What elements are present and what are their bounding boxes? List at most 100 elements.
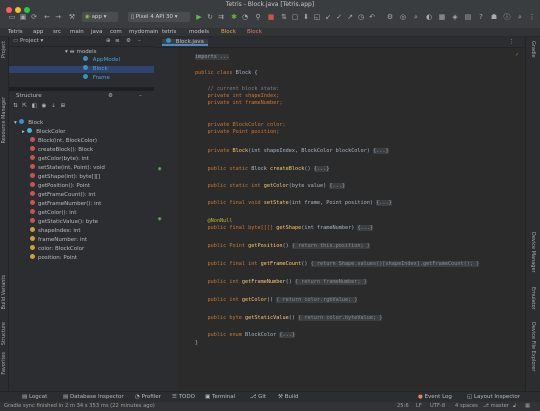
- debug-icon[interactable]: ✱: [230, 13, 238, 21]
- run-icon[interactable]: ▶: [195, 13, 203, 21]
- resource-manager-tab[interactable]: Resource Manager: [1, 97, 7, 143]
- collapse-all-icon[interactable]: ≡: [115, 38, 120, 45]
- breadcrumb-item[interactable]: app: [33, 28, 43, 37]
- hide-panel-icon[interactable]: –: [138, 38, 141, 45]
- structure-item[interactable]: getFrameCount(): int: [30, 191, 96, 199]
- device-file-explorer-tab[interactable]: Device File Explorer: [530, 322, 536, 371]
- layout-inspector-icon[interactable]: ◱: [313, 13, 321, 21]
- more-icon[interactable]: ⋮: [528, 13, 536, 21]
- structure-item[interactable]: ▾ Block: [14, 119, 43, 127]
- caret-position[interactable]: 25:6: [397, 402, 409, 411]
- search-icon[interactable]: ⌕: [516, 13, 524, 21]
- structure-tool-tab[interactable]: Structure: [1, 322, 7, 345]
- show-fields-icon[interactable]: ◧: [32, 103, 37, 109]
- implements-icon[interactable]: ◉: [158, 166, 161, 173]
- update-icon[interactable]: ◐: [425, 13, 433, 21]
- file-encoding[interactable]: UTF-8: [430, 402, 445, 411]
- show-inherited-icon[interactable]: ⇱: [22, 103, 27, 109]
- visibility-icon[interactable]: ◉: [42, 103, 47, 109]
- line-separator[interactable]: LF: [416, 402, 422, 411]
- code-editor[interactable]: imports ... public class Block { // curr…: [178, 48, 525, 391]
- tree-item-frame[interactable]: Frame: [83, 74, 154, 82]
- structure-item[interactable]: getFrameNumber(): int: [30, 200, 101, 208]
- structure-item[interactable]: ▸ BlockColor: [22, 128, 66, 136]
- breadcrumb-item[interactable]: tetris: [162, 28, 176, 37]
- settings-icon[interactable]: ⚙: [386, 13, 394, 21]
- profile-icon[interactable]: ◔: [241, 13, 249, 21]
- help-icon[interactable]: ?: [477, 13, 485, 21]
- favorites-tab[interactable]: Favorites: [1, 352, 7, 375]
- hammer-icon[interactable]: ⚒: [68, 13, 76, 21]
- android-logo-icon[interactable]: ☗: [490, 13, 498, 21]
- save-icon[interactable]: ▣: [19, 13, 27, 21]
- structure-item[interactable]: setState(int, Point): void: [30, 164, 105, 172]
- history-icon[interactable]: ◷: [357, 13, 365, 21]
- locate-icon[interactable]: ⊕: [106, 38, 111, 45]
- project-tool-tab[interactable]: Project: [1, 41, 7, 58]
- breadcrumb-item[interactable]: src: [53, 28, 61, 37]
- info-icon[interactable]: ⓘ: [503, 13, 511, 21]
- breadcrumb-item[interactable]: Block: [247, 28, 262, 37]
- breadcrumb-item[interactable]: models: [189, 28, 209, 37]
- apply-code-icon[interactable]: ⇉: [217, 13, 225, 21]
- breadcrumb-item[interactable]: com: [110, 28, 122, 37]
- gradle-tab[interactable]: Gradle: [530, 41, 536, 58]
- structure-item[interactable]: createBlock(): Block: [30, 146, 93, 154]
- structure-item[interactable]: getColor(byte): int: [30, 155, 89, 163]
- sdk-manager-icon[interactable]: ⬇: [302, 13, 310, 21]
- git-push-icon[interactable]: ↗: [346, 13, 354, 21]
- override-icon[interactable]: ◉: [158, 216, 161, 223]
- assistant-icon[interactable]: ◈: [451, 13, 459, 21]
- breadcrumb-item[interactable]: java: [91, 28, 103, 37]
- stop-icon[interactable]: ■: [267, 13, 275, 21]
- lock-icon[interactable]: 🔓︎: [513, 402, 516, 411]
- tree-item-block[interactable]: Block: [9, 65, 154, 73]
- structure-item[interactable]: Block(int, BlockColor): [30, 137, 97, 145]
- device-mirror-icon[interactable]: ▤: [464, 13, 472, 21]
- sync-gradle-icon[interactable]: ⇅: [280, 13, 288, 21]
- tree-item-models[interactable]: ▾ ▬ models: [65, 49, 154, 56]
- tab-block-java[interactable]: Block.java: [162, 38, 208, 46]
- git-branch[interactable]: ⎇ master: [483, 402, 509, 411]
- breadcrumb-item[interactable]: mydomain: [129, 28, 158, 37]
- build-variants-tab[interactable]: Build Variants: [1, 275, 7, 309]
- plugins-icon[interactable]: ▦: [438, 13, 446, 21]
- sort-alpha-icon[interactable]: ⇅: [13, 103, 18, 109]
- autoscroll-icon[interactable]: ⇣: [51, 103, 56, 109]
- device-selector[interactable]: ▯ Pixel 4 API 30 ▾: [128, 12, 190, 22]
- breadcrumb-item[interactable]: Block: [221, 28, 236, 37]
- search-everywhere-icon[interactable]: ⌕: [412, 13, 420, 21]
- code-with-me-icon[interactable]: ◎: [399, 13, 407, 21]
- memory-icon[interactable]: ▦: [525, 402, 530, 411]
- device-manager-tab[interactable]: Device Manager: [530, 232, 536, 273]
- more-tabs-icon[interactable]: ⋮: [509, 39, 515, 46]
- breadcrumb-item[interactable]: Tetris: [8, 28, 23, 37]
- git-update-icon[interactable]: ↙: [324, 13, 332, 21]
- open-folder-icon[interactable]: ▭: [8, 13, 16, 21]
- module-selector[interactable]: ◉ app ▾: [82, 12, 118, 22]
- forward-icon[interactable]: →: [54, 13, 62, 21]
- structure-item[interactable]: getPosition(): Point: [30, 182, 90, 190]
- tree-item-appmodel[interactable]: AppModel: [83, 56, 154, 64]
- attach-debugger-icon[interactable]: ⚲: [254, 13, 262, 21]
- rollback-icon[interactable]: ↶: [368, 13, 376, 21]
- git-commit-icon[interactable]: ✓: [335, 13, 343, 21]
- structure-item[interactable]: getShape(int): byte[][]: [30, 173, 100, 181]
- gear-icon[interactable]: ⚙: [126, 38, 131, 45]
- hide-panel-icon[interactable]: –: [139, 93, 142, 100]
- gear-icon[interactable]: ⚙: [108, 93, 113, 100]
- structure-item[interactable]: getColor(): int: [30, 209, 76, 217]
- project-view-selector[interactable]: ▭ Project ▾: [13, 38, 43, 45]
- inspection-ok-icon[interactable]: ✓: [515, 51, 519, 58]
- emulator-tab[interactable]: Emulator: [530, 287, 536, 310]
- structure-item[interactable]: getStaticValue(): byte: [30, 218, 98, 226]
- status-message[interactable]: Gradle sync finished in 2 m 34 s 353 ms …: [4, 402, 155, 411]
- indent-setting[interactable]: 4 spaces: [455, 402, 478, 411]
- sync-icon[interactable]: ⟳: [30, 13, 38, 21]
- structure-item[interactable]: shapeIndex: int: [30, 227, 81, 235]
- back-icon[interactable]: ←: [43, 13, 51, 21]
- structure-item[interactable]: position: Point: [30, 254, 77, 262]
- apply-changes-icon[interactable]: ↻: [206, 13, 214, 21]
- device-manager-icon[interactable]: ▢: [291, 13, 299, 21]
- expand-all-icon[interactable]: ⊞: [61, 103, 66, 109]
